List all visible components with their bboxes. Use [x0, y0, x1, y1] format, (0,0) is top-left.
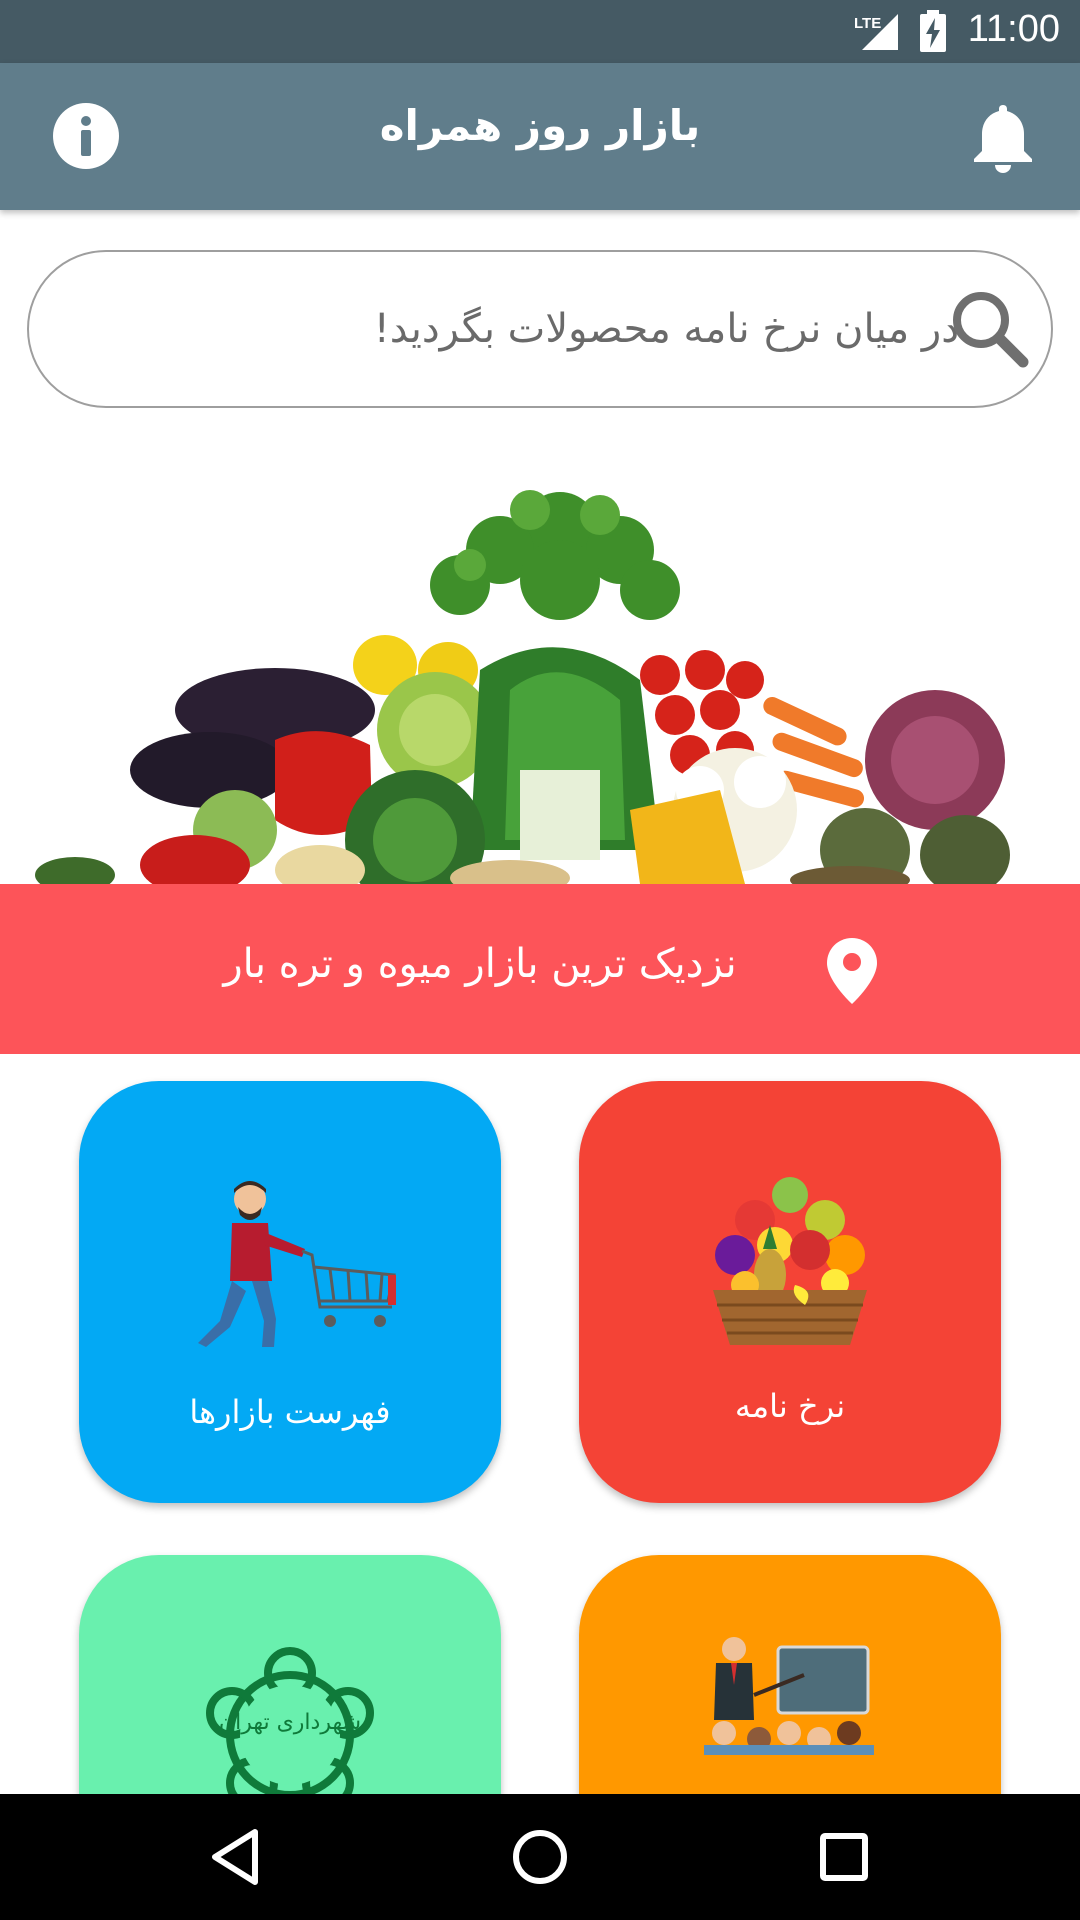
app-bar: بازار روز همراه	[0, 63, 1080, 210]
system-nav-bar	[0, 1794, 1080, 1920]
search-icon[interactable]	[949, 288, 1029, 368]
nearest-market-button[interactable]: نزدیک ترین بازار میوه و تره بار	[0, 884, 1080, 1054]
home-icon[interactable]	[505, 1822, 575, 1892]
recents-icon[interactable]	[809, 1822, 879, 1892]
status-time: 11:00	[967, 8, 1060, 50]
price-list-label: نرخ نامه	[734, 1387, 846, 1425]
fruit-basket-icon	[713, 1177, 867, 1345]
nearest-market-label: نزدیک ترین بازار میوه و تره بار	[223, 941, 737, 987]
svg-text:LTE: LTE	[854, 15, 881, 32]
shopping-cart-man-icon	[198, 1181, 396, 1347]
status-bar: LTE 11:00	[0, 0, 1080, 63]
teacher-class-icon	[704, 1637, 874, 1755]
search-bar[interactable]	[27, 250, 1053, 408]
lte-signal-icon: LTE	[854, 14, 898, 50]
bell-icon[interactable]	[970, 101, 1036, 173]
battery-charging-icon	[920, 10, 946, 52]
search-input[interactable]	[89, 252, 959, 406]
location-pin-icon	[827, 938, 877, 1004]
price-list-tile[interactable]: نرخ نامه	[579, 1081, 1001, 1503]
back-icon[interactable]	[201, 1822, 271, 1892]
markets-list-tile[interactable]: فهرست بازارها	[79, 1081, 501, 1503]
app-title: بازار روز همراه	[379, 101, 701, 150]
markets-list-label: فهرست بازارها	[189, 1393, 391, 1431]
svg-text:شهرداری تهران: شهرداری تهران	[219, 1710, 361, 1735]
vegetables-banner-image	[35, 490, 1010, 884]
